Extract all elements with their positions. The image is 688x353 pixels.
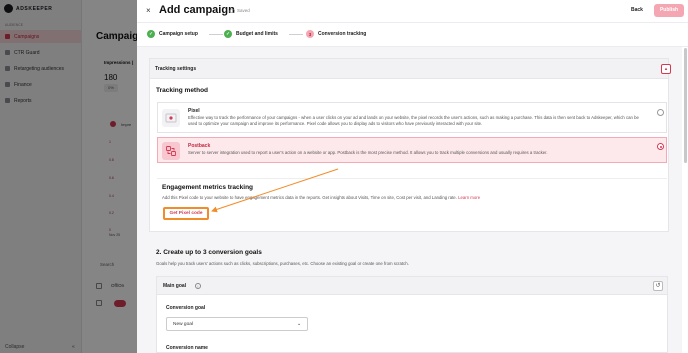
step-conversion-tracking[interactable]: 3 Conversion tracking [306, 30, 366, 38]
step-label: Campaign setup [159, 31, 198, 37]
back-button[interactable]: Back [631, 7, 643, 13]
header-divider [137, 22, 688, 23]
postback-icon [162, 142, 180, 160]
option-description: Server to server integration used to rep… [188, 150, 548, 155]
saved-label: Saved [237, 8, 250, 13]
conversion-goals-title: 2. Create up to 3 conversion goals [156, 249, 262, 256]
conversion-goal-select[interactable]: New goal ⌄ [166, 317, 308, 331]
modal-backdrop[interactable] [0, 0, 137, 353]
publish-button[interactable]: Publish [654, 4, 684, 17]
info-icon[interactable]: i [195, 282, 201, 289]
step-label: Budget and limits [236, 31, 278, 37]
learn-more-link[interactable]: Learn more [458, 195, 480, 200]
engagement-title: Engagement metrics tracking [162, 184, 254, 191]
reset-icon[interactable]: ↺ [653, 281, 663, 291]
main-goal-card: Main goal i ↺ Conversion goal New goal ⌄… [156, 276, 668, 353]
conversion-name-label: Conversion name [166, 345, 208, 351]
step-separator [209, 34, 223, 35]
postback-radio[interactable] [657, 143, 664, 150]
postback-option[interactable]: Postback Server to server integration us… [157, 137, 667, 163]
get-pixel-code-button[interactable]: Get Pixel code [163, 207, 209, 220]
engagement-description: Add this Pixel code to your website to h… [162, 195, 480, 200]
step-separator [289, 34, 303, 35]
conversion-goal-value: New goal [173, 322, 193, 327]
pixel-option[interactable]: Pixel Effective way to track the perform… [157, 102, 667, 133]
tracking-settings-title: Tracking settings [155, 66, 197, 72]
pixel-glyph-icon [165, 113, 177, 123]
main-goal-header: Main goal i ↺ [157, 277, 667, 295]
drawer-title: Add campaign [159, 4, 235, 16]
cloud-check-icon [229, 8, 235, 13]
option-title: Postback [188, 143, 211, 149]
tracking-method-title: Tracking method [156, 87, 209, 94]
engagement-text: Add this Pixel code to your website to h… [162, 195, 457, 200]
pixel-radio[interactable] [657, 109, 664, 116]
step-number-badge: 3 [306, 30, 314, 38]
server-arrows-icon [166, 146, 176, 156]
main-goal-title: Main goal [163, 283, 187, 289]
option-title: Pixel [188, 108, 200, 114]
conversion-goals-description: Goals help you track users' actions such… [156, 261, 409, 266]
check-icon: ✓ [224, 30, 232, 38]
chevron-down-icon: ⌄ [297, 321, 302, 327]
saved-status: Saved [229, 8, 250, 13]
step-label: Conversion tracking [318, 31, 367, 37]
conversion-goal-label: Conversion goal [166, 305, 206, 311]
option-description: Effective way to track the performance o… [188, 115, 639, 127]
collapse-button[interactable]: ▴ [661, 64, 671, 74]
scrollbar-thumb[interactable] [684, 48, 687, 163]
tracking-settings-header[interactable]: Tracking settings ▴ [150, 59, 671, 79]
step-campaign-setup[interactable]: ✓ Campaign setup [147, 30, 198, 38]
step-budget-limits[interactable]: ✓ Budget and limits [224, 30, 278, 38]
check-icon: ✓ [147, 30, 155, 38]
pixel-icon [162, 109, 180, 127]
close-icon[interactable]: × [146, 6, 151, 15]
